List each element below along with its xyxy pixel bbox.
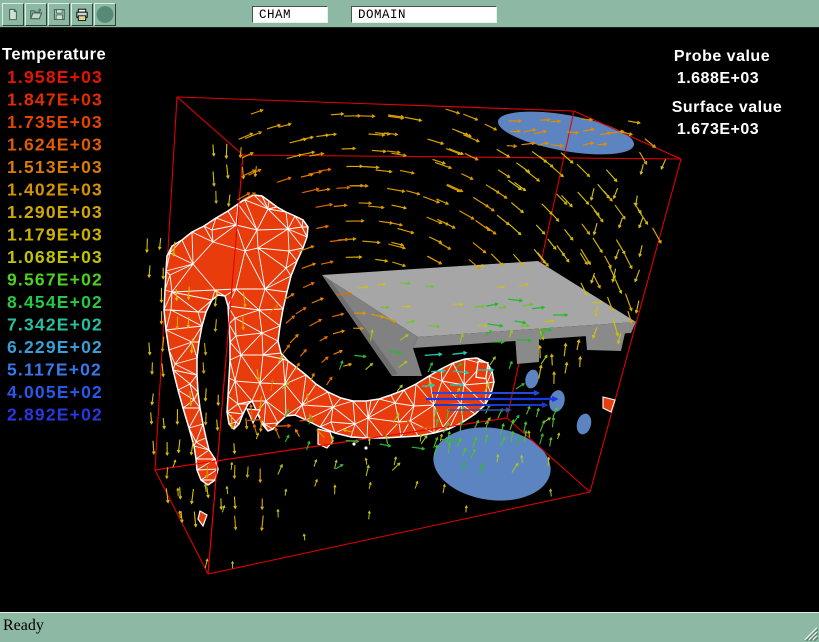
svg-text:1.847E+03: 1.847E+03: [7, 90, 103, 110]
svg-text:1.290E+03: 1.290E+03: [7, 202, 103, 222]
svg-text:2.892E+02: 2.892E+02: [7, 405, 103, 425]
svg-text:Surface value: Surface value: [672, 99, 783, 116]
svg-text:1.068E+03: 1.068E+03: [7, 247, 103, 267]
svg-text:1.735E+03: 1.735E+03: [7, 112, 103, 132]
svg-text:Temperature: Temperature: [2, 46, 106, 64]
svg-text:5.117E+02: 5.117E+02: [7, 360, 102, 380]
svg-text:8.454E+02: 8.454E+02: [7, 292, 103, 312]
svg-text:1.513E+03: 1.513E+03: [7, 157, 103, 177]
svg-text:1.958E+03: 1.958E+03: [7, 67, 103, 87]
svg-text:6.229E+02: 6.229E+02: [7, 337, 103, 357]
svg-text:9.567E+02: 9.567E+02: [7, 270, 103, 290]
svg-text:1.624E+03: 1.624E+03: [7, 135, 103, 155]
svg-text:4.005E+02: 4.005E+02: [7, 382, 103, 402]
svg-text:1.688E+03: 1.688E+03: [677, 70, 759, 87]
svg-text:1.179E+03: 1.179E+03: [7, 225, 103, 245]
svg-text:1.673E+03: 1.673E+03: [677, 121, 759, 138]
svg-text:1.402E+03: 1.402E+03: [7, 180, 103, 200]
svg-text:7.342E+02: 7.342E+02: [7, 315, 103, 335]
svg-text:Probe value: Probe value: [674, 48, 770, 65]
